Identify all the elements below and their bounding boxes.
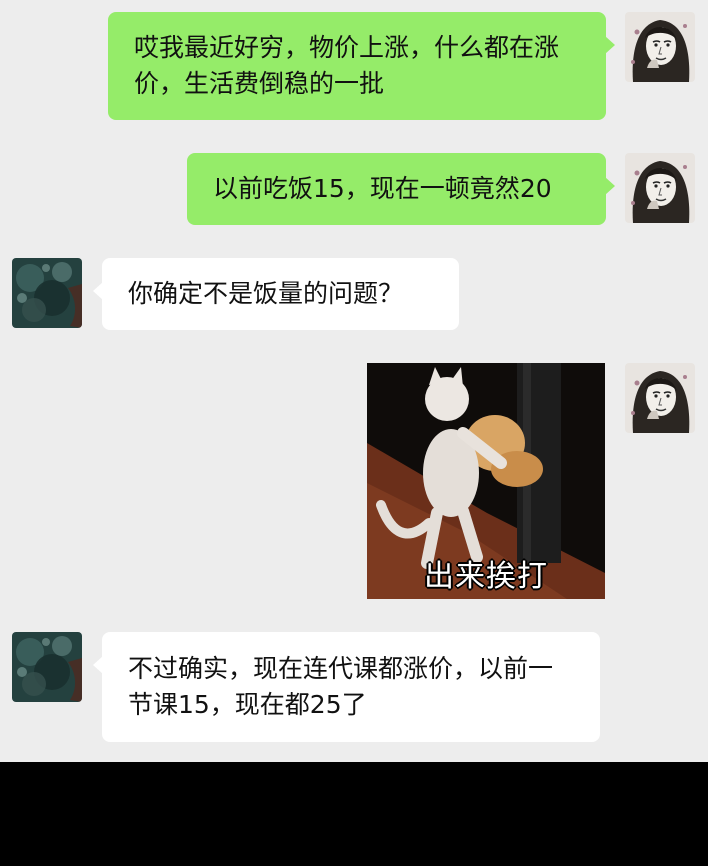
bottom-black-bar [0,762,708,866]
woman-sketch-avatar-icon [625,12,695,82]
message-text: 不过确实，现在连代课都涨价，以前一节课15，现在都25了 [128,654,554,719]
woman-sketch-avatar-icon [625,153,695,223]
sticker-caption: 出来挨打 [424,559,548,594]
my-avatar[interactable] [625,12,695,82]
my-avatar[interactable] [625,363,695,433]
message-text: 你确定不是饭量的问题？ [128,279,404,308]
my-message-bubble[interactable]: 以前吃饭15，现在一顿竟然20 [187,153,615,225]
chat-area: 哎我最近好穷，物价上涨，什么都在涨价，生活费倒稳的一批 以前吃饭15，现在一顿竟… [0,0,708,762]
my-message-bubble[interactable]: 哎我最近好穷，物价上涨，什么都在涨价，生活费倒稳的一批 [108,12,615,120]
message-text: 哎我最近好穷，物价上涨，什么都在涨价，生活费倒稳的一批 [134,33,560,98]
contact-message-bubble[interactable]: 你确定不是饭量的问题？ [93,258,459,330]
woman-sketch-avatar-icon [625,363,695,433]
my-avatar[interactable] [625,153,695,223]
contact-avatar[interactable] [12,258,82,328]
dark-teal-texture-avatar-icon [12,632,82,702]
contact-message-bubble[interactable]: 不过确实，现在连代课都涨价，以前一节课15，现在都25了 [93,632,600,742]
cat-sticker-image[interactable]: 出来挨打 [367,363,605,599]
dark-teal-texture-avatar-icon [12,258,82,328]
contact-avatar[interactable] [12,632,82,702]
message-text: 以前吃饭15，现在一顿竟然20 [213,174,552,203]
